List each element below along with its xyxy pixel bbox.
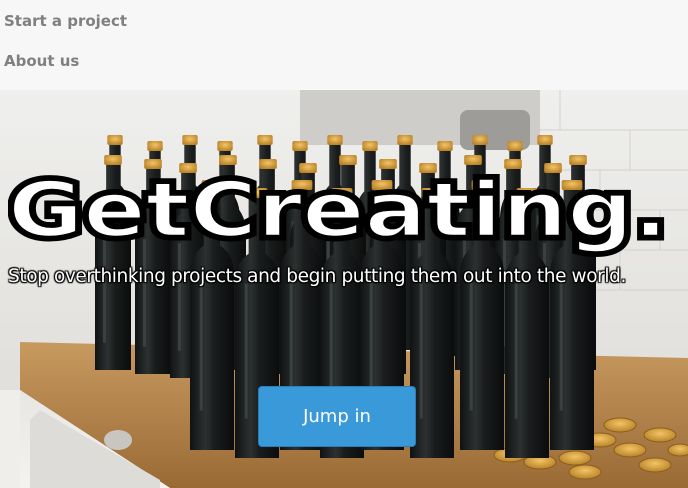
hero-tagline: Stop overthinking projects and begin put… [8, 266, 626, 287]
headline: GetCreating. GetCreating. [8, 170, 673, 259]
hero-section: GetCreating. GetCreating. Stop overthink… [0, 90, 688, 488]
nav-link-start-project[interactable]: Start a project [4, 12, 127, 30]
jump-in-button[interactable]: Jump in [258, 386, 416, 447]
nav-link-about-us[interactable]: About us [4, 52, 79, 70]
svg-text:GetCreating.: GetCreating. [8, 170, 668, 254]
top-navigation: Start a project About us [0, 0, 688, 90]
landing-page: Start a project About us GetCreating. Ge… [0, 0, 688, 488]
